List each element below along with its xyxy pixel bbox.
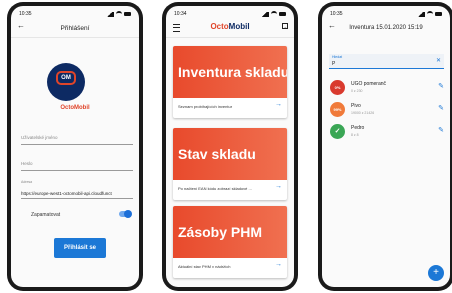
clear-icon[interactable]: ✕ xyxy=(436,57,441,64)
list-item[interactable]: 99% Pivo 19000 z 21426 ✎ xyxy=(330,100,444,122)
octopus-logo-icon: OM xyxy=(47,63,85,101)
phone-inventory: 10:35 ← Inventura 15.01.2020 15:19 Hleda… xyxy=(318,2,452,291)
username-field[interactable]: Uživatelské jméno xyxy=(21,130,133,145)
page-title: Přihlášení xyxy=(60,24,90,32)
add-button[interactable]: + xyxy=(428,265,444,281)
item-detail: 8 z 8 xyxy=(351,133,359,137)
check-icon: ✓ xyxy=(330,124,345,139)
battery-icon xyxy=(124,12,131,16)
signal-icon xyxy=(105,11,114,17)
server-value: https://europe-west1-octomobil-api.cloud… xyxy=(21,191,112,196)
edit-icon[interactable]: ✎ xyxy=(438,104,444,112)
username-placeholder: Uživatelské jméno xyxy=(21,135,58,140)
card-stav-skladu[interactable]: Stav skladu Po načtení EAN kódu zobrazí … xyxy=(173,128,287,200)
search-value: P xyxy=(332,61,336,67)
login-screen: 10:35 ← Přihlášení OM OctoMobil Uživatel… xyxy=(11,6,139,287)
status-bar: 10:34 xyxy=(174,9,286,19)
list-item[interactable]: ✓ Pedro 8 z 8 ✎ xyxy=(330,122,444,144)
brand-logo: OctoMobil xyxy=(210,22,250,31)
password-field[interactable]: Heslo xyxy=(21,156,133,171)
arrow-right-icon[interactable]: → xyxy=(275,183,282,190)
card-subtitle: Aktuální stav PHM v nádržích xyxy=(178,264,231,269)
signal-icon xyxy=(416,11,425,17)
remember-toggle[interactable] xyxy=(119,210,132,218)
page-title: Inventura 15.01.2020 15:19 xyxy=(349,25,423,31)
server-field[interactable]: Adresa https://europe-west1-octomobil-ap… xyxy=(21,180,133,199)
progress-badge: 0% xyxy=(330,80,345,95)
server-label: Adresa xyxy=(21,180,33,184)
list-item[interactable]: 0% UGO pomeranč 0 z 230 ✎ xyxy=(330,78,444,100)
card-inventura[interactable]: Inventura skladu Seznam probíhajících in… xyxy=(173,46,287,118)
item-name: Pedro xyxy=(351,125,365,131)
arrow-right-icon[interactable]: → xyxy=(275,261,282,268)
logo-badge: OM xyxy=(56,71,76,85)
status-time: 10:35 xyxy=(330,11,343,17)
password-placeholder: Heslo xyxy=(21,161,33,166)
item-name: UGO pomeranč xyxy=(351,81,387,87)
remember-label: Zapamatovat xyxy=(31,212,61,218)
search-label: Hledat xyxy=(332,55,343,59)
card-title: Stav skladu xyxy=(178,146,256,162)
battery-icon xyxy=(279,12,286,16)
card-zasoby-phm[interactable]: Zásoby PHM Aktuální stav PHM v nádržích … xyxy=(173,206,287,278)
edit-icon[interactable]: ✎ xyxy=(438,126,444,134)
progress-badge: 99% xyxy=(330,102,345,117)
signal-icon xyxy=(260,11,269,17)
item-name: Pivo xyxy=(351,103,361,109)
logo-text: OctoMobil xyxy=(60,105,90,111)
wifi-icon xyxy=(271,11,277,17)
item-detail: 19000 z 21426 xyxy=(351,111,375,115)
card-hero: Inventura skladu xyxy=(173,46,287,98)
card-subtitle: Seznam probíhajících inventur xyxy=(178,104,233,109)
status-time: 10:34 xyxy=(174,11,187,17)
phone-menu: 10:34 OctoMobil → Inventura skladu Sezna… xyxy=(162,2,298,291)
status-bar: 10:35 xyxy=(330,9,442,19)
search-field[interactable]: Hledat P ✕ xyxy=(329,54,444,69)
edit-icon[interactable]: ✎ xyxy=(438,82,444,90)
status-bar: 10:35 xyxy=(19,9,131,19)
card-hero: Zásoby PHM xyxy=(173,206,287,258)
app-bar: ← Inventura 15.01.2020 15:19 xyxy=(322,20,450,36)
status-time: 10:35 xyxy=(19,11,32,17)
card-hero: Stav skladu xyxy=(173,128,287,180)
battery-icon xyxy=(435,12,442,16)
logout-icon[interactable]: → xyxy=(282,23,288,29)
inventory-screen: 10:35 ← Inventura 15.01.2020 15:19 Hleda… xyxy=(322,6,450,287)
menu-screen: 10:34 OctoMobil → Inventura skladu Sezna… xyxy=(166,6,294,287)
wifi-icon xyxy=(116,11,122,17)
card-title: Zásoby PHM xyxy=(178,224,263,240)
item-detail: 0 z 230 xyxy=(351,89,363,93)
card-title: Inventura skladu xyxy=(178,64,287,80)
phone-login: 10:35 ← Přihlášení OM OctoMobil Uživatel… xyxy=(7,2,143,291)
login-button[interactable]: Přihlásit se xyxy=(54,238,106,258)
app-bar: OctoMobil → xyxy=(166,20,294,36)
arrow-right-icon[interactable]: → xyxy=(275,101,282,108)
wifi-icon xyxy=(427,11,433,17)
app-bar: ← Přihlášení xyxy=(11,20,139,36)
card-subtitle: Po načtení EAN kódu zobrazí skladové ... xyxy=(178,186,252,191)
